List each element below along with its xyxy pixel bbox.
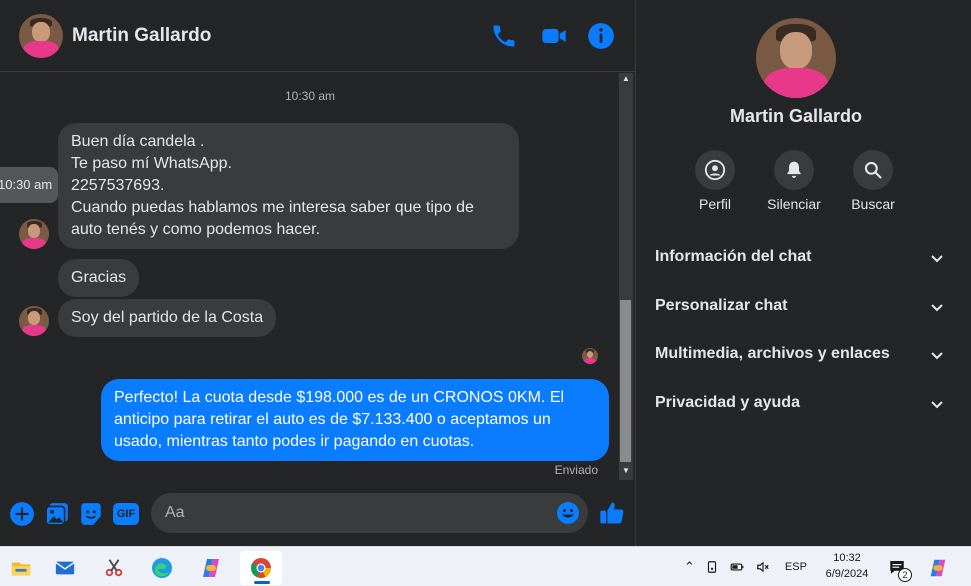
message-status: Enviado [554, 463, 598, 477]
device-icon[interactable] [705, 560, 719, 574]
video-call-icon[interactable] [540, 22, 568, 50]
copilot-icon [203, 559, 219, 577]
gif-icon[interactable]: GIF [113, 503, 139, 525]
notification-center[interactable]: 2 [888, 547, 912, 586]
taskbar-copilot-preview[interactable] [918, 551, 958, 585]
incoming-message[interactable]: Gracias [58, 259, 140, 297]
notification-count: 2 [898, 568, 912, 582]
search-button[interactable]: Buscar [833, 150, 913, 212]
seen-indicator-avatar [582, 348, 598, 364]
chevron-down-icon [931, 401, 943, 409]
bell-icon [787, 161, 801, 178]
message-timestamp: 10:30 am [284, 89, 336, 103]
taskbar-file-explorer[interactable] [0, 551, 42, 585]
chat-header: Martin Gallardo [0, 0, 636, 72]
profile-icon [704, 159, 726, 181]
mute-button[interactable]: Silenciar [754, 150, 834, 212]
mail-icon [55, 561, 75, 575]
system-tray: ⌃ ESP [684, 547, 807, 586]
search-label: Buscar [851, 196, 895, 212]
contact-name[interactable]: Martin Gallardo [72, 25, 211, 47]
scroll-up-arrow[interactable]: ▲ [619, 73, 633, 85]
messenger-window: Martin Gallardo 10:30 am 10:30 am Buen d… [0, 0, 971, 546]
profile-name: Martin Gallardo [729, 106, 863, 126]
edge-icon [152, 558, 172, 578]
outgoing-message[interactable]: Perfecto! La cuota desde $198.000 es de … [101, 379, 609, 461]
phone-icon[interactable] [490, 22, 518, 50]
chrome-icon [251, 558, 272, 578]
profile-avatar[interactable] [756, 18, 836, 98]
clock-date: 6/9/2024 [825, 568, 869, 580]
hover-time-tooltip: 10:30 am [0, 167, 58, 203]
taskbar-copilot[interactable] [190, 551, 232, 585]
contact-avatar[interactable] [19, 14, 63, 58]
scrollbar-thumb[interactable] [620, 300, 631, 462]
section-privacy-help[interactable]: Privacidad y ayuda [655, 388, 945, 418]
add-icon[interactable] [9, 501, 35, 527]
battery-icon[interactable] [729, 560, 745, 574]
chat-panel: Martin Gallardo 10:30 am 10:30 am Buen d… [0, 0, 636, 546]
language-indicator[interactable]: ESP [785, 561, 807, 573]
conversation-info-panel: Martin Gallardo Perfil Silenciar Buscar … [637, 0, 971, 546]
image-icon[interactable] [44, 501, 70, 527]
profile-label: Perfil [699, 196, 731, 212]
clock-time: 10:32 [833, 552, 861, 564]
search-icon [864, 161, 882, 179]
taskbar: ⌃ ESP 10:32 6/9/2024 2 [0, 546, 971, 586]
message-list[interactable]: 10:30 am 10:30 am Buen día candela . Te … [0, 73, 620, 481]
message-input[interactable] [165, 493, 545, 533]
chevron-down-icon [931, 352, 943, 360]
taskbar-edge[interactable] [141, 551, 183, 585]
taskbar-chrome[interactable] [240, 551, 282, 585]
taskbar-snipping-tool[interactable] [93, 551, 135, 585]
chevron-up-icon[interactable]: ⌃ [684, 559, 695, 575]
section-chat-info[interactable]: Información del chat [655, 242, 945, 272]
chevron-down-icon [931, 255, 943, 263]
chevron-down-icon [931, 304, 943, 312]
profile-button[interactable]: Perfil [675, 150, 755, 212]
like-icon[interactable] [598, 499, 626, 527]
message-input-box[interactable] [151, 493, 588, 533]
sender-avatar[interactable] [19, 306, 49, 336]
snipping-tool-icon [105, 559, 123, 577]
emoji-icon[interactable] [556, 501, 580, 525]
sender-avatar[interactable] [19, 219, 49, 249]
incoming-message[interactable]: Buen día candela . Te paso mí WhatsApp. … [58, 123, 519, 249]
file-explorer-icon [11, 562, 31, 576]
taskbar-mail[interactable] [44, 551, 86, 585]
mute-label: Silenciar [767, 196, 821, 212]
message-composer: GIF [0, 483, 636, 546]
incoming-message[interactable]: Soy del partido de la Costa [58, 299, 277, 337]
section-customize-chat[interactable]: Personalizar chat [655, 291, 945, 321]
scroll-down-arrow[interactable]: ▼ [619, 465, 633, 477]
system-clock[interactable]: 10:32 6/9/2024 [812, 550, 882, 582]
copilot-preview-icon [930, 559, 946, 577]
speaker-muted-icon[interactable] [755, 560, 771, 574]
sticker-icon[interactable] [78, 501, 104, 527]
section-media-files-links[interactable]: Multimedia, archivos y enlaces [655, 339, 945, 369]
info-icon[interactable] [587, 22, 615, 50]
